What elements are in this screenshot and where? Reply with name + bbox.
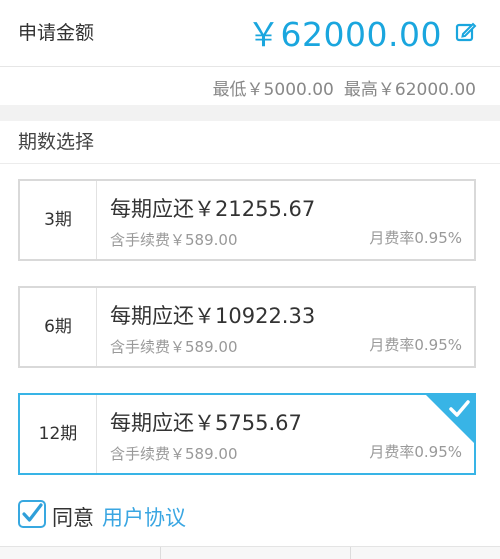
edit-icon[interactable] [454,20,478,44]
user-agreement-link[interactable]: 用户协议 [102,502,186,532]
section-title: 期数选择 [0,121,500,164]
section-gap [0,105,500,121]
plan-option-12[interactable]: 12期 每期应还￥5755.67 含手续费￥589.00 月费率0.95% [18,393,476,475]
plan-period: 12期 [20,395,97,473]
agree-checkbox[interactable] [18,500,46,528]
plan-fee: 含手续费￥589.00 [110,231,238,249]
plan-payment: 每期应还￥21255.67 [110,197,316,221]
selected-check-icon [426,395,474,443]
bottom-toolbar [0,546,500,559]
amount-range: 最低￥5000.00 最高￥62000.00 [0,67,500,105]
max-amount: 最高￥62000.00 [343,80,476,100]
toolbar-divider [160,547,161,559]
min-amount: 最低￥5000.00 [212,80,334,100]
toolbar-divider [350,547,351,559]
plan-option-3[interactable]: 3期 每期应还￥21255.67 含手续费￥589.00 月费率0.95% [18,179,476,261]
plan-payment: 每期应还￥10922.33 [110,304,316,328]
plan-rate: 月费率0.95% [369,229,462,247]
plan-payment: 每期应还￥5755.67 [110,411,302,435]
amount-label: 申请金额 [18,22,95,44]
plan-period: 3期 [20,181,97,259]
plan-option-6[interactable]: 6期 每期应还￥10922.33 含手续费￥589.00 月费率0.95% [18,286,476,368]
amount-header: 申请金额 ￥62000.00 [0,0,500,67]
plan-fee: 含手续费￥589.00 [110,445,238,463]
agree-text: 同意 [52,506,94,530]
plan-period: 6期 [20,288,97,366]
check-icon [22,503,43,522]
amount-value: ￥62000.00 [247,15,442,54]
plan-fee: 含手续费￥589.00 [110,338,238,356]
plan-rate: 月费率0.95% [369,336,462,354]
